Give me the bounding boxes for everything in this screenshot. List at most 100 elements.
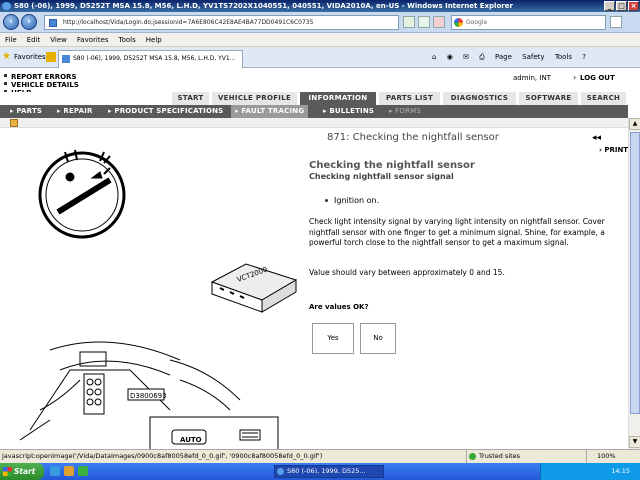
subnav-bulletins[interactable]: ▸ BULLETINS <box>323 105 374 118</box>
menu-edit[interactable]: Edit <box>22 33 46 47</box>
chevron-right-icon: › <box>573 73 577 82</box>
safety-menu[interactable]: Safety <box>522 51 544 63</box>
favorites-button[interactable]: ★ Favorites <box>2 51 46 63</box>
command-bar: ⌂ ◉ ✉ ⎙ Page Safety Tools ? <box>432 51 594 63</box>
question-text: Are values OK? <box>309 303 369 311</box>
browser-tab[interactable]: S80 (-06), 1999, D5252T MSA 15.8, M56, L… <box>58 50 243 68</box>
vehicle-details-link[interactable]: VEHICLE DETAILS <box>11 81 79 89</box>
menu-favorites[interactable]: Favorites <box>72 33 114 47</box>
address-bar[interactable]: http://localhost/Vida/Login.do;jsessioni… <box>44 15 399 30</box>
taskbar-window-button[interactable]: S80 (-06), 1999, D525... <box>274 465 384 478</box>
scroll-down-icon[interactable]: ▼ <box>629 436 640 448</box>
window-title: S80 (-06), 1999, D5252T MSA 15.8, M56, L… <box>14 2 513 10</box>
user-name: admin, INT <box>513 74 551 82</box>
mail-icon[interactable]: ✉ <box>463 51 469 63</box>
bullet-icon <box>4 74 7 77</box>
start-label: Start <box>14 467 36 476</box>
yes-button[interactable]: Yes <box>312 323 354 354</box>
bullet-icon <box>4 82 7 85</box>
security-zone[interactable]: Trusted sites <box>466 450 576 463</box>
instruction-text: Check light intensity signal by varying … <box>309 217 605 247</box>
subnav-repair[interactable]: ▸ REPAIR <box>57 105 93 118</box>
scroll-up-icon[interactable]: ▲ <box>629 118 640 130</box>
page-icon <box>49 19 57 27</box>
help-icon[interactable]: ? <box>582 51 586 63</box>
tab-search[interactable]: SEARCH <box>580 92 626 105</box>
nightfall-sensor-illustration[interactable]: VCT2000 D3800693 AUTO <box>20 130 310 449</box>
sub-navigation: ▸ PARTS ▸ REPAIR ▸ PRODUCT SPECIFICATION… <box>0 105 628 118</box>
search-placeholder: Google <box>466 19 488 26</box>
home-icon[interactable]: ⌂ <box>432 51 436 63</box>
back-button[interactable]: ‹ <box>3 14 19 30</box>
scroll-thumb[interactable] <box>630 132 640 414</box>
subnav-fault-tracing[interactable]: ▸ FAULT TRACING <box>231 105 309 118</box>
tab-title: S80 (-06), 1999, D5252T MSA 15.8, M56, L… <box>73 55 236 62</box>
subnav-product-specifications[interactable]: ▸ PRODUCT SPECIFICATIONS <box>108 105 223 118</box>
compatibility-icon[interactable] <box>403 16 415 28</box>
page-title: Checking the nightfall sensor <box>309 160 475 171</box>
forward-button[interactable]: › <box>21 14 37 30</box>
tab-diagnostics[interactable]: DIAGNOSTICS <box>442 92 516 105</box>
stop-icon[interactable] <box>433 16 445 28</box>
minimize-button[interactable]: _ <box>604 1 615 11</box>
menu-tools[interactable]: Tools <box>114 33 141 47</box>
star-icon: ★ <box>2 51 11 62</box>
subnav-parts[interactable]: ▸ PARTS <box>10 105 42 118</box>
tab-start[interactable]: START <box>171 92 209 105</box>
zoom-control[interactable]: 100% <box>586 450 616 463</box>
tab-software[interactable]: SOFTWARE <box>518 92 578 105</box>
page-subtitle: Checking nightfall sensor signal <box>309 172 454 181</box>
menu-view[interactable]: View <box>45 33 72 47</box>
menu-help[interactable]: Help <box>141 33 167 47</box>
system-tray: 14:15 <box>540 463 640 480</box>
start-button[interactable]: Start <box>0 463 44 480</box>
window-title-bar: S80 (-06), 1999, D5252T MSA 15.8, M56, L… <box>0 0 640 12</box>
light-switch-dial <box>38 149 126 239</box>
app-quicklaunch-icon[interactable] <box>78 466 88 476</box>
tools-menu[interactable]: Tools <box>555 51 572 63</box>
favorites-label: Favorites <box>14 53 46 61</box>
google-icon <box>454 18 463 27</box>
trusted-sites-icon <box>469 453 476 460</box>
ie-logo-icon <box>2 2 11 10</box>
task-title: S80 (-06), 1999, D525... <box>287 467 366 475</box>
tab-vehicle-profile[interactable]: VEHICLE PROFILE <box>211 92 297 105</box>
ie-quicklaunch-icon[interactable] <box>50 466 60 476</box>
figure-label: D3800693 <box>130 392 167 400</box>
tab-information[interactable]: INFORMATION <box>299 92 376 105</box>
logout-link[interactable]: LOG OUT <box>580 74 615 82</box>
page-menu[interactable]: Page <box>495 51 512 63</box>
status-text: javascript:openImage('/Vida/DataImages/0… <box>2 452 323 460</box>
maximize-button[interactable]: □ <box>616 1 627 11</box>
add-favorite-icon[interactable] <box>46 52 56 62</box>
ie-icon <box>277 468 284 475</box>
auto-label: AUTO <box>180 436 202 444</box>
page-header: 871: Checking the nightfall sensor <box>327 132 499 143</box>
feeds-icon[interactable]: ◉ <box>447 51 453 63</box>
folder-icon[interactable] <box>10 119 18 127</box>
tab-parts-list[interactable]: PARTS LIST <box>378 92 440 105</box>
print-link[interactable]: › PRINT <box>599 146 628 154</box>
report-errors-link[interactable]: REPORT ERRORS <box>11 73 77 81</box>
address-text: http://localhost/Vida/Login.do;jsessioni… <box>63 19 314 26</box>
close-button[interactable]: × <box>628 1 639 11</box>
menu-file[interactable]: File <box>0 33 22 47</box>
no-button[interactable]: No <box>360 323 396 354</box>
search-go-icon[interactable] <box>610 16 622 28</box>
address-toolbar: ‹ › http://localhost/Vida/Login.do;jsess… <box>0 12 640 33</box>
previous-next-icon[interactable]: ◂◂ <box>592 133 601 143</box>
app-header: REPORT ERRORS VEHICLE DETAILS HELP admin… <box>0 68 628 97</box>
clock: 14:15 <box>611 467 630 475</box>
tab-page-icon <box>62 55 70 63</box>
subnav-forms: ▸ FORMS <box>389 107 422 115</box>
vertical-scrollbar[interactable]: ▲ ▼ <box>628 118 640 449</box>
expected-value-text: Value should vary between approximately … <box>309 268 505 277</box>
explorer-quicklaunch-icon[interactable] <box>64 466 74 476</box>
search-input[interactable]: Google <box>451 15 606 30</box>
print-icon[interactable]: ⎙ <box>479 51 485 63</box>
menu-bar: File Edit View Favorites Tools Help <box>0 33 640 47</box>
status-bar: javascript:openImage('/Vida/DataImages/0… <box>0 449 640 463</box>
refresh-icon[interactable] <box>418 16 430 28</box>
switch-drawing <box>239 429 261 441</box>
zone-text: Trusted sites <box>479 452 521 460</box>
